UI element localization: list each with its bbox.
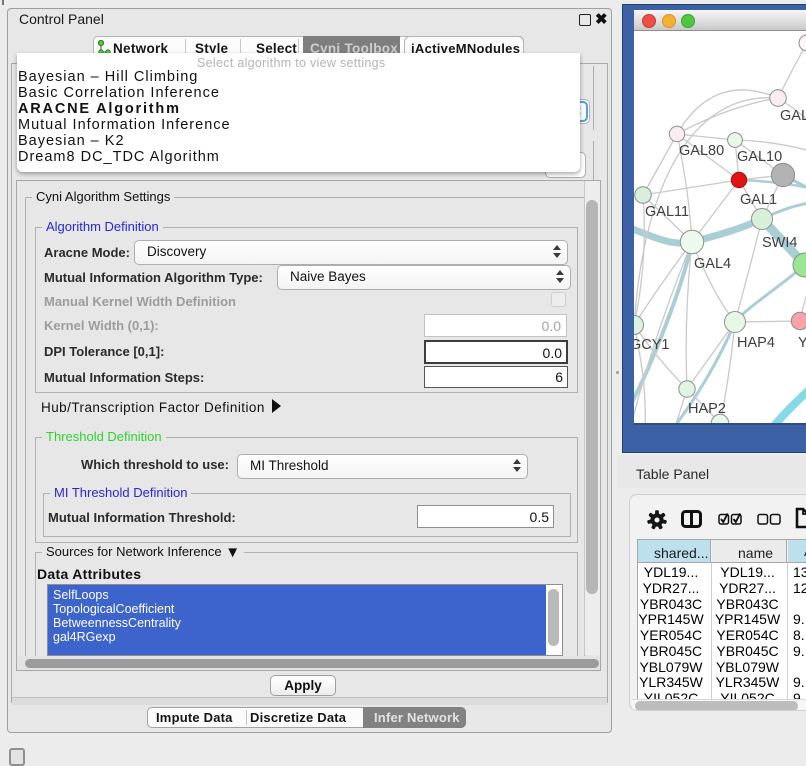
svg-text:GAL7: GAL7 (780, 108, 806, 124)
svg-text:GAL10: GAL10 (737, 149, 782, 165)
svg-text:GAL4: GAL4 (694, 256, 731, 272)
svg-text:SWI4: SWI4 (762, 235, 797, 251)
svg-text:GAL11: GAL11 (645, 204, 689, 220)
svg-text:HAP4: HAP4 (737, 335, 775, 351)
svg-text:Y: Y (798, 335, 806, 351)
svg-text:GAL80: GAL80 (679, 143, 724, 159)
svg-text:GCY1: GCY1 (634, 337, 670, 353)
svg-text:GAL1: GAL1 (740, 192, 777, 208)
svg-text:HAP2: HAP2 (688, 401, 726, 417)
